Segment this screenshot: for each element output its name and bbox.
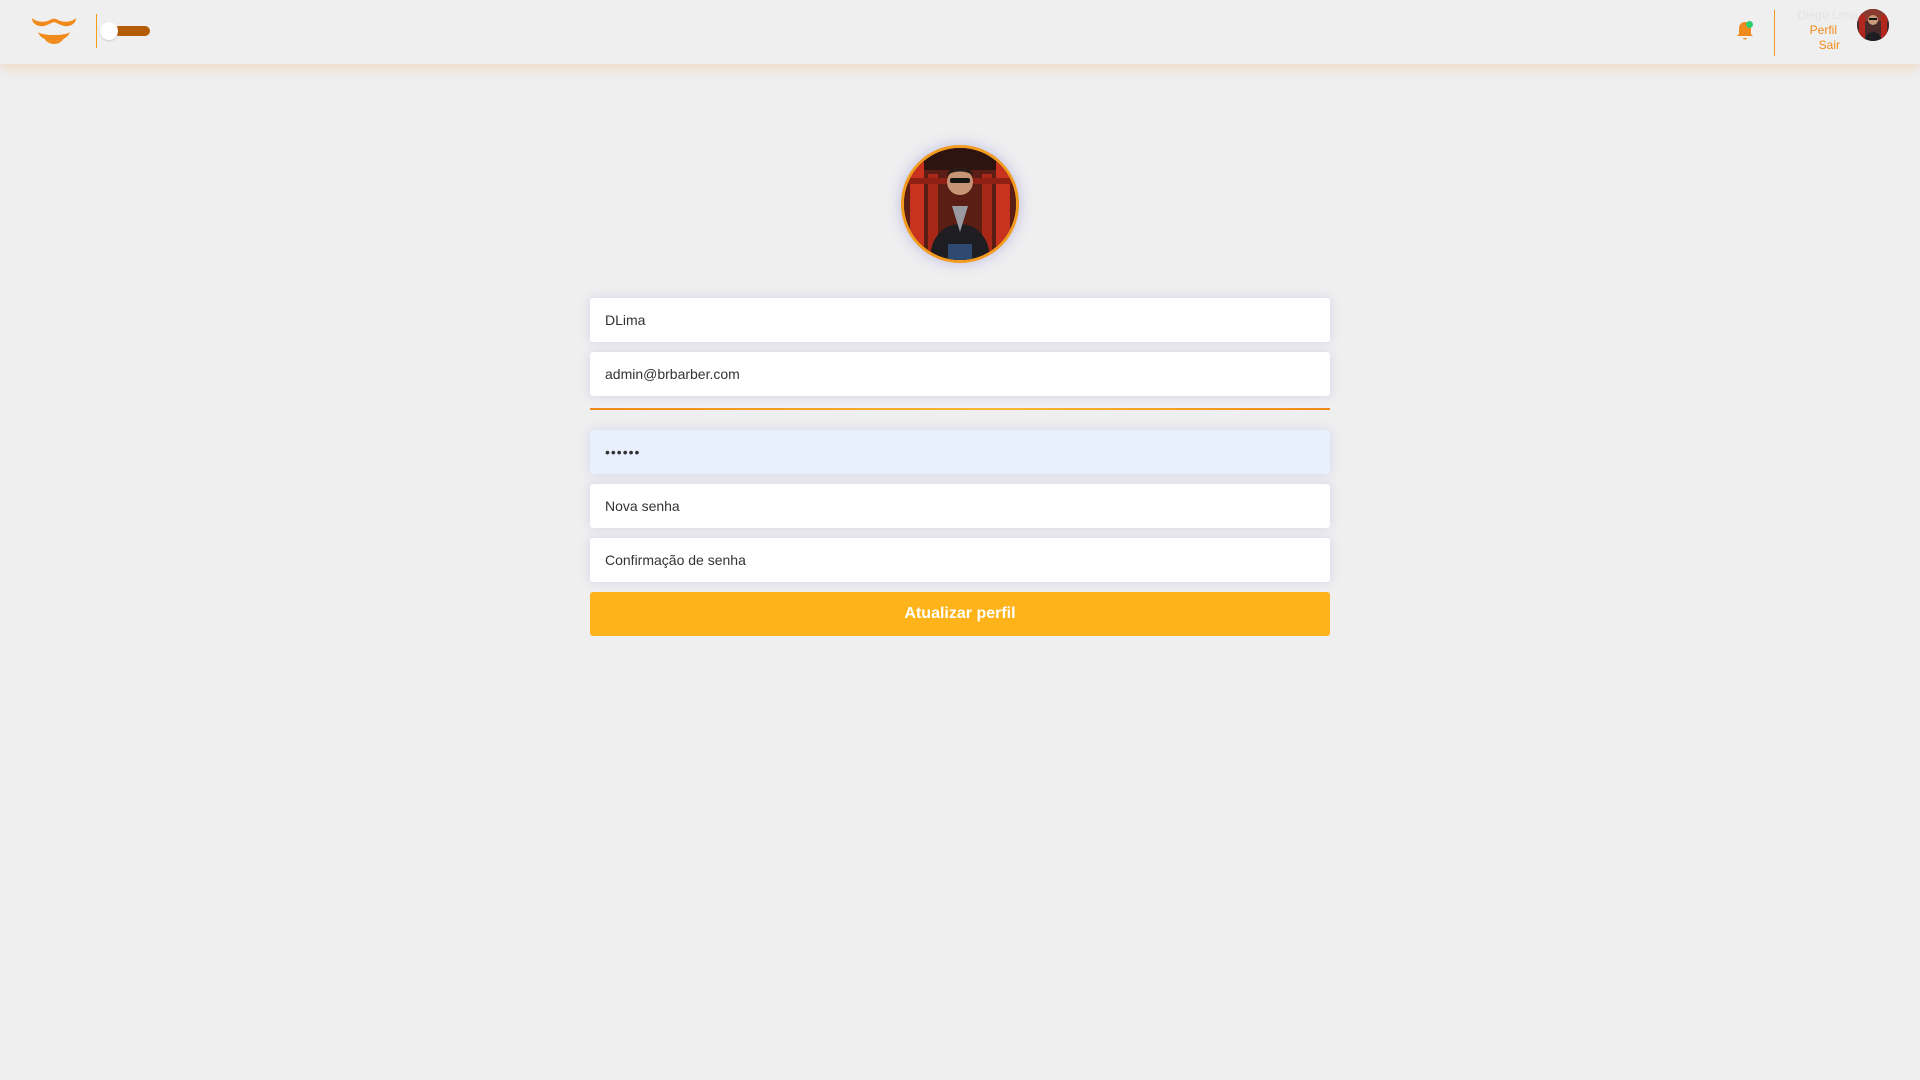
name-input[interactable]	[590, 298, 1330, 342]
theme-toggle[interactable]	[100, 22, 152, 40]
user-menu: Diego Lima Perfil Sair	[1788, 8, 1858, 53]
email-input[interactable]	[590, 352, 1330, 396]
notification-bell-icon[interactable]	[1735, 20, 1755, 42]
profile-link[interactable]: Perfil	[1788, 23, 1858, 38]
user-avatar[interactable]	[1857, 9, 1889, 41]
profile-avatar[interactable]	[901, 145, 1019, 263]
confirm-password-input[interactable]	[590, 538, 1330, 582]
toggle-track	[114, 26, 150, 36]
header-divider	[96, 14, 97, 48]
logout-link[interactable]: Sair	[1788, 38, 1858, 53]
toggle-knob	[100, 22, 118, 40]
user-name: Diego Lima	[1797, 8, 1858, 22]
profile-form: Atualizar perfil	[590, 298, 1330, 636]
notification-indicator	[1746, 21, 1753, 28]
mustache-logo-icon[interactable]	[30, 14, 78, 50]
header-divider	[1774, 10, 1775, 56]
top-navbar: Diego Lima Perfil Sair	[0, 0, 1920, 64]
old-password-input[interactable]	[590, 430, 1330, 474]
new-password-input[interactable]	[590, 484, 1330, 528]
form-separator	[590, 408, 1330, 410]
update-profile-button[interactable]: Atualizar perfil	[590, 592, 1330, 636]
